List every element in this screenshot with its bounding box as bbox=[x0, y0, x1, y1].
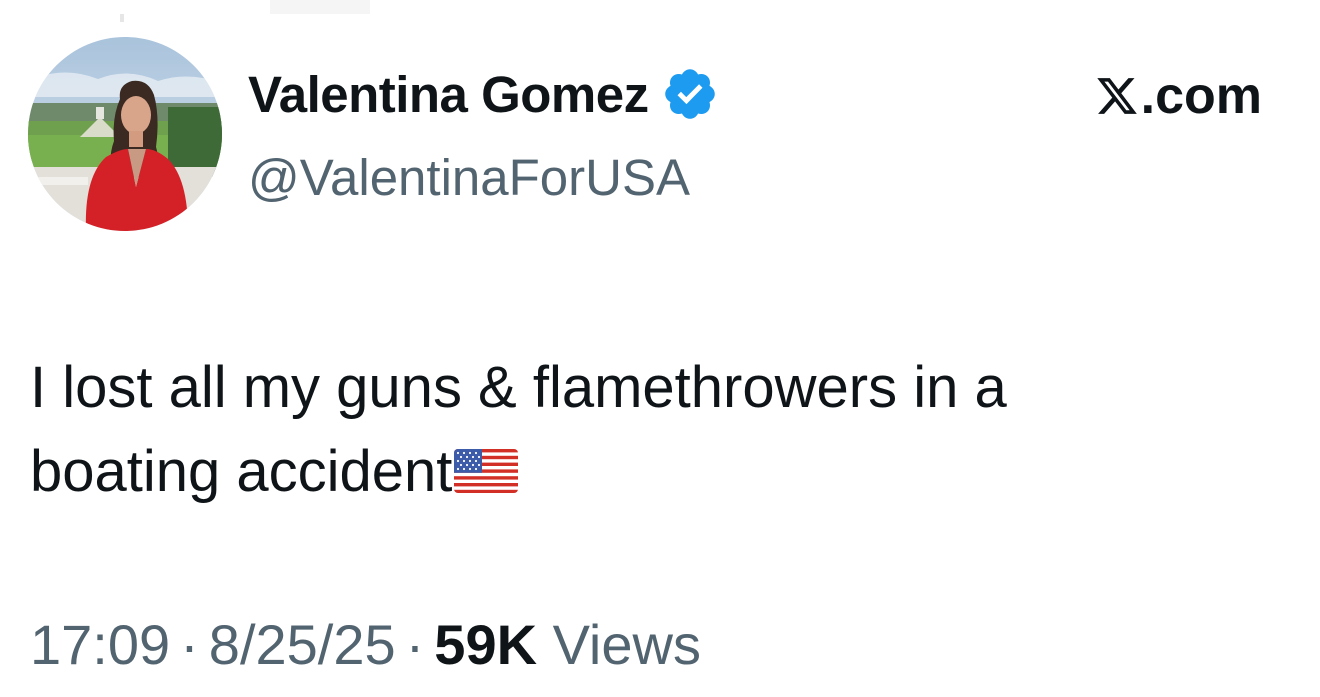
display-name[interactable]: Valentina Gomez bbox=[248, 65, 649, 124]
tweet-text-line: I lost all my guns & flamethrowers in a bbox=[30, 355, 1007, 420]
avatar[interactable] bbox=[28, 37, 222, 231]
tweet-card: Valentina Gomez @ValentinaForUSA .com I … bbox=[0, 0, 1320, 697]
author-handle[interactable]: @ValentinaForUSA bbox=[248, 148, 690, 207]
tweet-text-fragment: boating accident bbox=[30, 439, 453, 504]
tweet-text-line: boating accident bbox=[30, 430, 1270, 514]
tweet-date[interactable]: 8/25/25 bbox=[209, 613, 396, 676]
edge-mark bbox=[120, 14, 124, 22]
tweet-time[interactable]: 17:09 bbox=[30, 613, 170, 676]
tweet-meta: 17:09 · 8/25/25 · 59K Views bbox=[30, 612, 701, 677]
views-count[interactable]: 59K bbox=[434, 613, 537, 676]
us-flag-icon bbox=[454, 449, 519, 493]
display-name-row: Valentina Gomez bbox=[248, 62, 719, 126]
tweet-text: I lost all my guns & flamethrowers in a … bbox=[30, 346, 1270, 514]
site-label-text: .com bbox=[1140, 67, 1262, 125]
meta-separator: · bbox=[405, 613, 425, 676]
edge-mark bbox=[270, 0, 370, 14]
avatar-photo bbox=[28, 37, 222, 231]
views-label: Views bbox=[552, 613, 701, 676]
meta-separator: · bbox=[180, 613, 199, 676]
x-logo-icon bbox=[1096, 78, 1137, 114]
verified-badge-icon[interactable] bbox=[661, 65, 719, 123]
site-watermark: .com bbox=[1095, 66, 1262, 126]
